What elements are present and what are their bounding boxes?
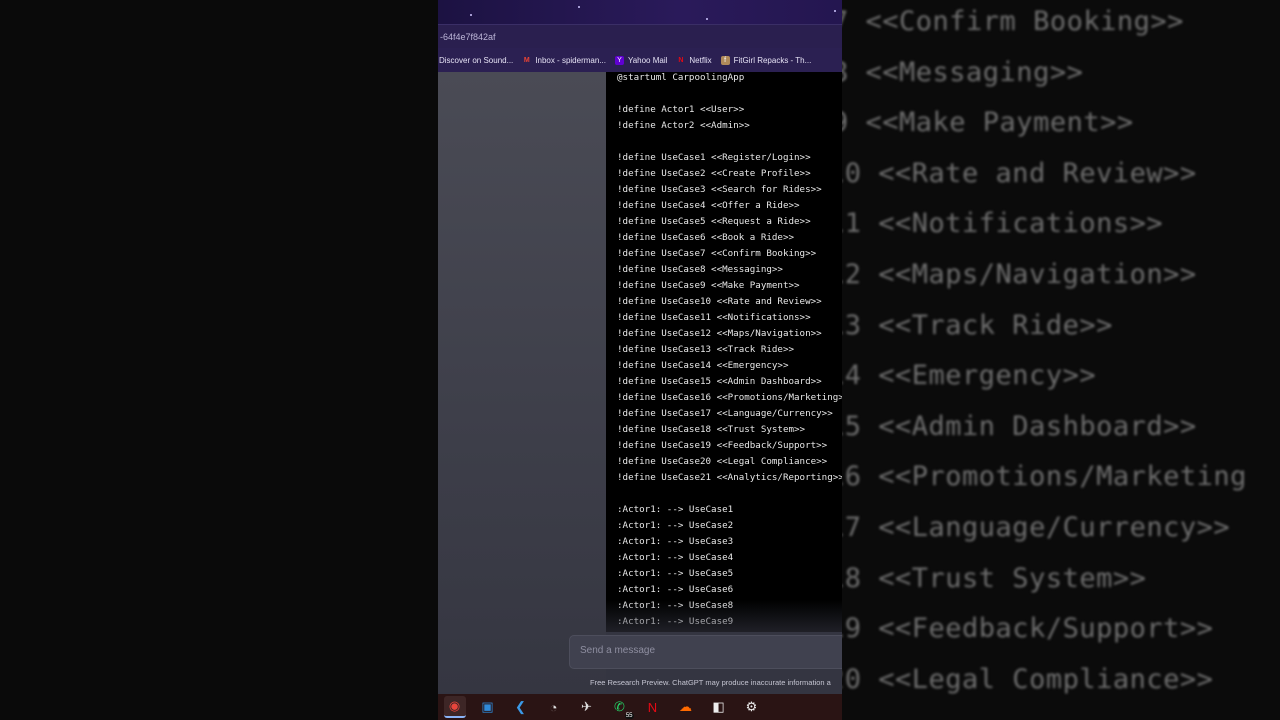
code-line: :Actor1: --> UseCase4 [617, 552, 734, 563]
vscode-icon[interactable]: ❮ [510, 696, 532, 718]
browser-window: -64f4e7f842af Discover on Sound... M Inb… [438, 0, 842, 720]
message-box[interactable] [569, 635, 842, 669]
fitgirl-icon: f [720, 55, 730, 65]
game-icon[interactable]: ✈ [576, 696, 598, 718]
code-fade-overlay [606, 600, 842, 632]
code-line: !define UseCase8 <<Messaging>> [617, 264, 783, 275]
soundcloud-icon[interactable]: ☁ [675, 696, 697, 718]
code-line: !define UseCase21 <<Analytics/Reporting>… [617, 472, 842, 483]
code-line: !define Actor1 <<User>> [617, 104, 745, 115]
address-bar[interactable]: -64f4e7f842af [438, 24, 842, 48]
zoomed-code-line: 13 <<Track Ride>> [842, 309, 1113, 341]
bookmark-soundcloud[interactable]: Discover on Sound... [439, 56, 513, 65]
code-line: :Actor1: --> UseCase6 [617, 584, 734, 595]
code-line: !define UseCase20 <<Legal Compliance>> [617, 456, 828, 467]
netflix-icon[interactable]: N [642, 696, 664, 718]
bookmark-netflix[interactable]: N Netflix [676, 56, 711, 65]
message-input[interactable] [580, 645, 830, 656]
settings-icon[interactable]: ⚙ [741, 696, 763, 718]
code-line: !define UseCase2 <<Create Profile>> [617, 168, 811, 179]
files-icon[interactable]: ▣ [477, 696, 499, 718]
code-line: !define Actor2 <<Admin>> [617, 120, 750, 131]
bookmarks-bar: Discover on Sound... M Inbox - spiderman… [438, 48, 842, 72]
code-line: !define UseCase19 <<Feedback/Support>> [617, 440, 828, 451]
bookmark-yahoo[interactable]: Y Yahoo Mail [614, 55, 668, 65]
zoomed-code-line: 12 <<Maps/Navigation>> [842, 259, 1197, 290]
zoomed-code-line: 15 <<Admin Dashboard>> [842, 410, 1197, 442]
code-line: !define UseCase9 <<Make Payment>> [617, 280, 800, 291]
speedometer-icon[interactable]: ◔ [543, 696, 565, 718]
code-line: !define UseCase6 <<Book a Ride>> [617, 232, 795, 243]
disclaimer-text: Free Research Preview. ChatGPT may produ… [590, 678, 831, 687]
bookmark-label: Netflix [689, 55, 712, 65]
zoomed-code-panel: 7 <<Confirm Booking>> 8 <<Messaging>> 9 <<… [842, 0, 1280, 720]
zoomed-code-line: 11 <<Notifications>> [842, 208, 1164, 240]
code-line: !define UseCase16 <<Promotions/Marketing… [617, 392, 842, 403]
notification-badge: 55 [624, 713, 634, 719]
browser-titlebar [438, 0, 842, 24]
zoomed-code-line: 18 <<Trust System>> [842, 562, 1147, 594]
code-line: !define UseCase4 <<Offer a Ride>> [617, 200, 800, 211]
code-line: !define UseCase14 <<Emergency>> [617, 360, 789, 371]
zoomed-code-line: 17 <<Language/Currency>> [842, 512, 1231, 543]
zoomed-code-line: 19 <<Feedback/Support>> [842, 613, 1214, 645]
code-line: !define UseCase13 <<Track Ride>> [617, 344, 795, 355]
yahoo-icon: Y [614, 55, 624, 65]
code-line: !define UseCase12 <<Maps/Navigation>> [617, 328, 822, 339]
zoomed-code-line: 16 <<Promotions/Marketing [842, 461, 1247, 493]
zoomed-code-line: 14 <<Emergency>> [842, 360, 1097, 392]
code-line: !define UseCase18 <<Trust System>> [617, 424, 806, 435]
zoomed-code-line: 10 <<Rate and Review>> [842, 157, 1197, 189]
code-line: :Actor1: --> UseCase3 [617, 536, 734, 547]
code-line: !define UseCase7 <<Confirm Booking>> [617, 248, 817, 259]
code-line: !define UseCase15 <<Admin Dashboard>> [617, 376, 822, 387]
code-line: !define UseCase1 <<Register/Login>> [617, 152, 811, 163]
code-line: :Actor1: --> UseCase5 [617, 568, 734, 579]
code-line: !define UseCase11 <<Notifications>> [617, 312, 811, 323]
netflix-icon: N [678, 56, 684, 64]
bookmark-label: Yahoo Mail [627, 55, 668, 65]
url-text: -64f4e7f842af [440, 32, 496, 42]
code-line: !define UseCase3 <<Search for Rides>> [617, 184, 822, 195]
code-line: !define UseCase5 <<Request a Ride>> [617, 216, 811, 227]
code-line: @startuml CarpoolingApp [617, 72, 745, 83]
bookmark-fitgirl[interactable]: f FitGirl Repacks - Th... [720, 55, 812, 65]
bookmark-label: FitGirl Repacks - Th... [733, 55, 812, 65]
zoomed-code-line: 8 <<Messaging>> [842, 56, 1084, 88]
code-line: !define UseCase17 <<Language/Currency>> [617, 408, 833, 419]
zoomed-code-line: 7 <<Confirm Booking>> [842, 6, 1184, 37]
code-line: !define UseCase10 <<Rate and Review>> [617, 296, 822, 307]
code-line: :Actor1: --> UseCase1 [617, 504, 734, 515]
zoomed-code-line: 9 <<Make Payment>> [842, 107, 1134, 139]
chrome-icon[interactable]: ◉ [443, 696, 466, 718]
chat-background [438, 72, 606, 692]
zoomed-code-line: 20 <<Legal Compliance>> [842, 663, 1214, 695]
whatsapp-icon[interactable]: ✆ 55 [609, 696, 634, 719]
bookmark-gmail[interactable]: M Inbox - spiderman... [522, 56, 606, 65]
bookmark-label: Inbox - spiderman... [535, 55, 606, 65]
gmail-icon: M [523, 56, 530, 64]
code-block: @startuml CarpoolingApp !define Actor1 <<… [606, 72, 842, 632]
code-line: :Actor1: --> UseCase2 [617, 520, 734, 531]
left-black-pillar [0, 0, 438, 720]
bookmark-label: Discover on Sound... [439, 55, 514, 65]
app-icon[interactable]: ◧ [708, 696, 730, 718]
taskbar: ◉ ▣ ❮ ◔ ✈ ✆ 55 N ☁ ◧ ⚙ [438, 694, 842, 720]
